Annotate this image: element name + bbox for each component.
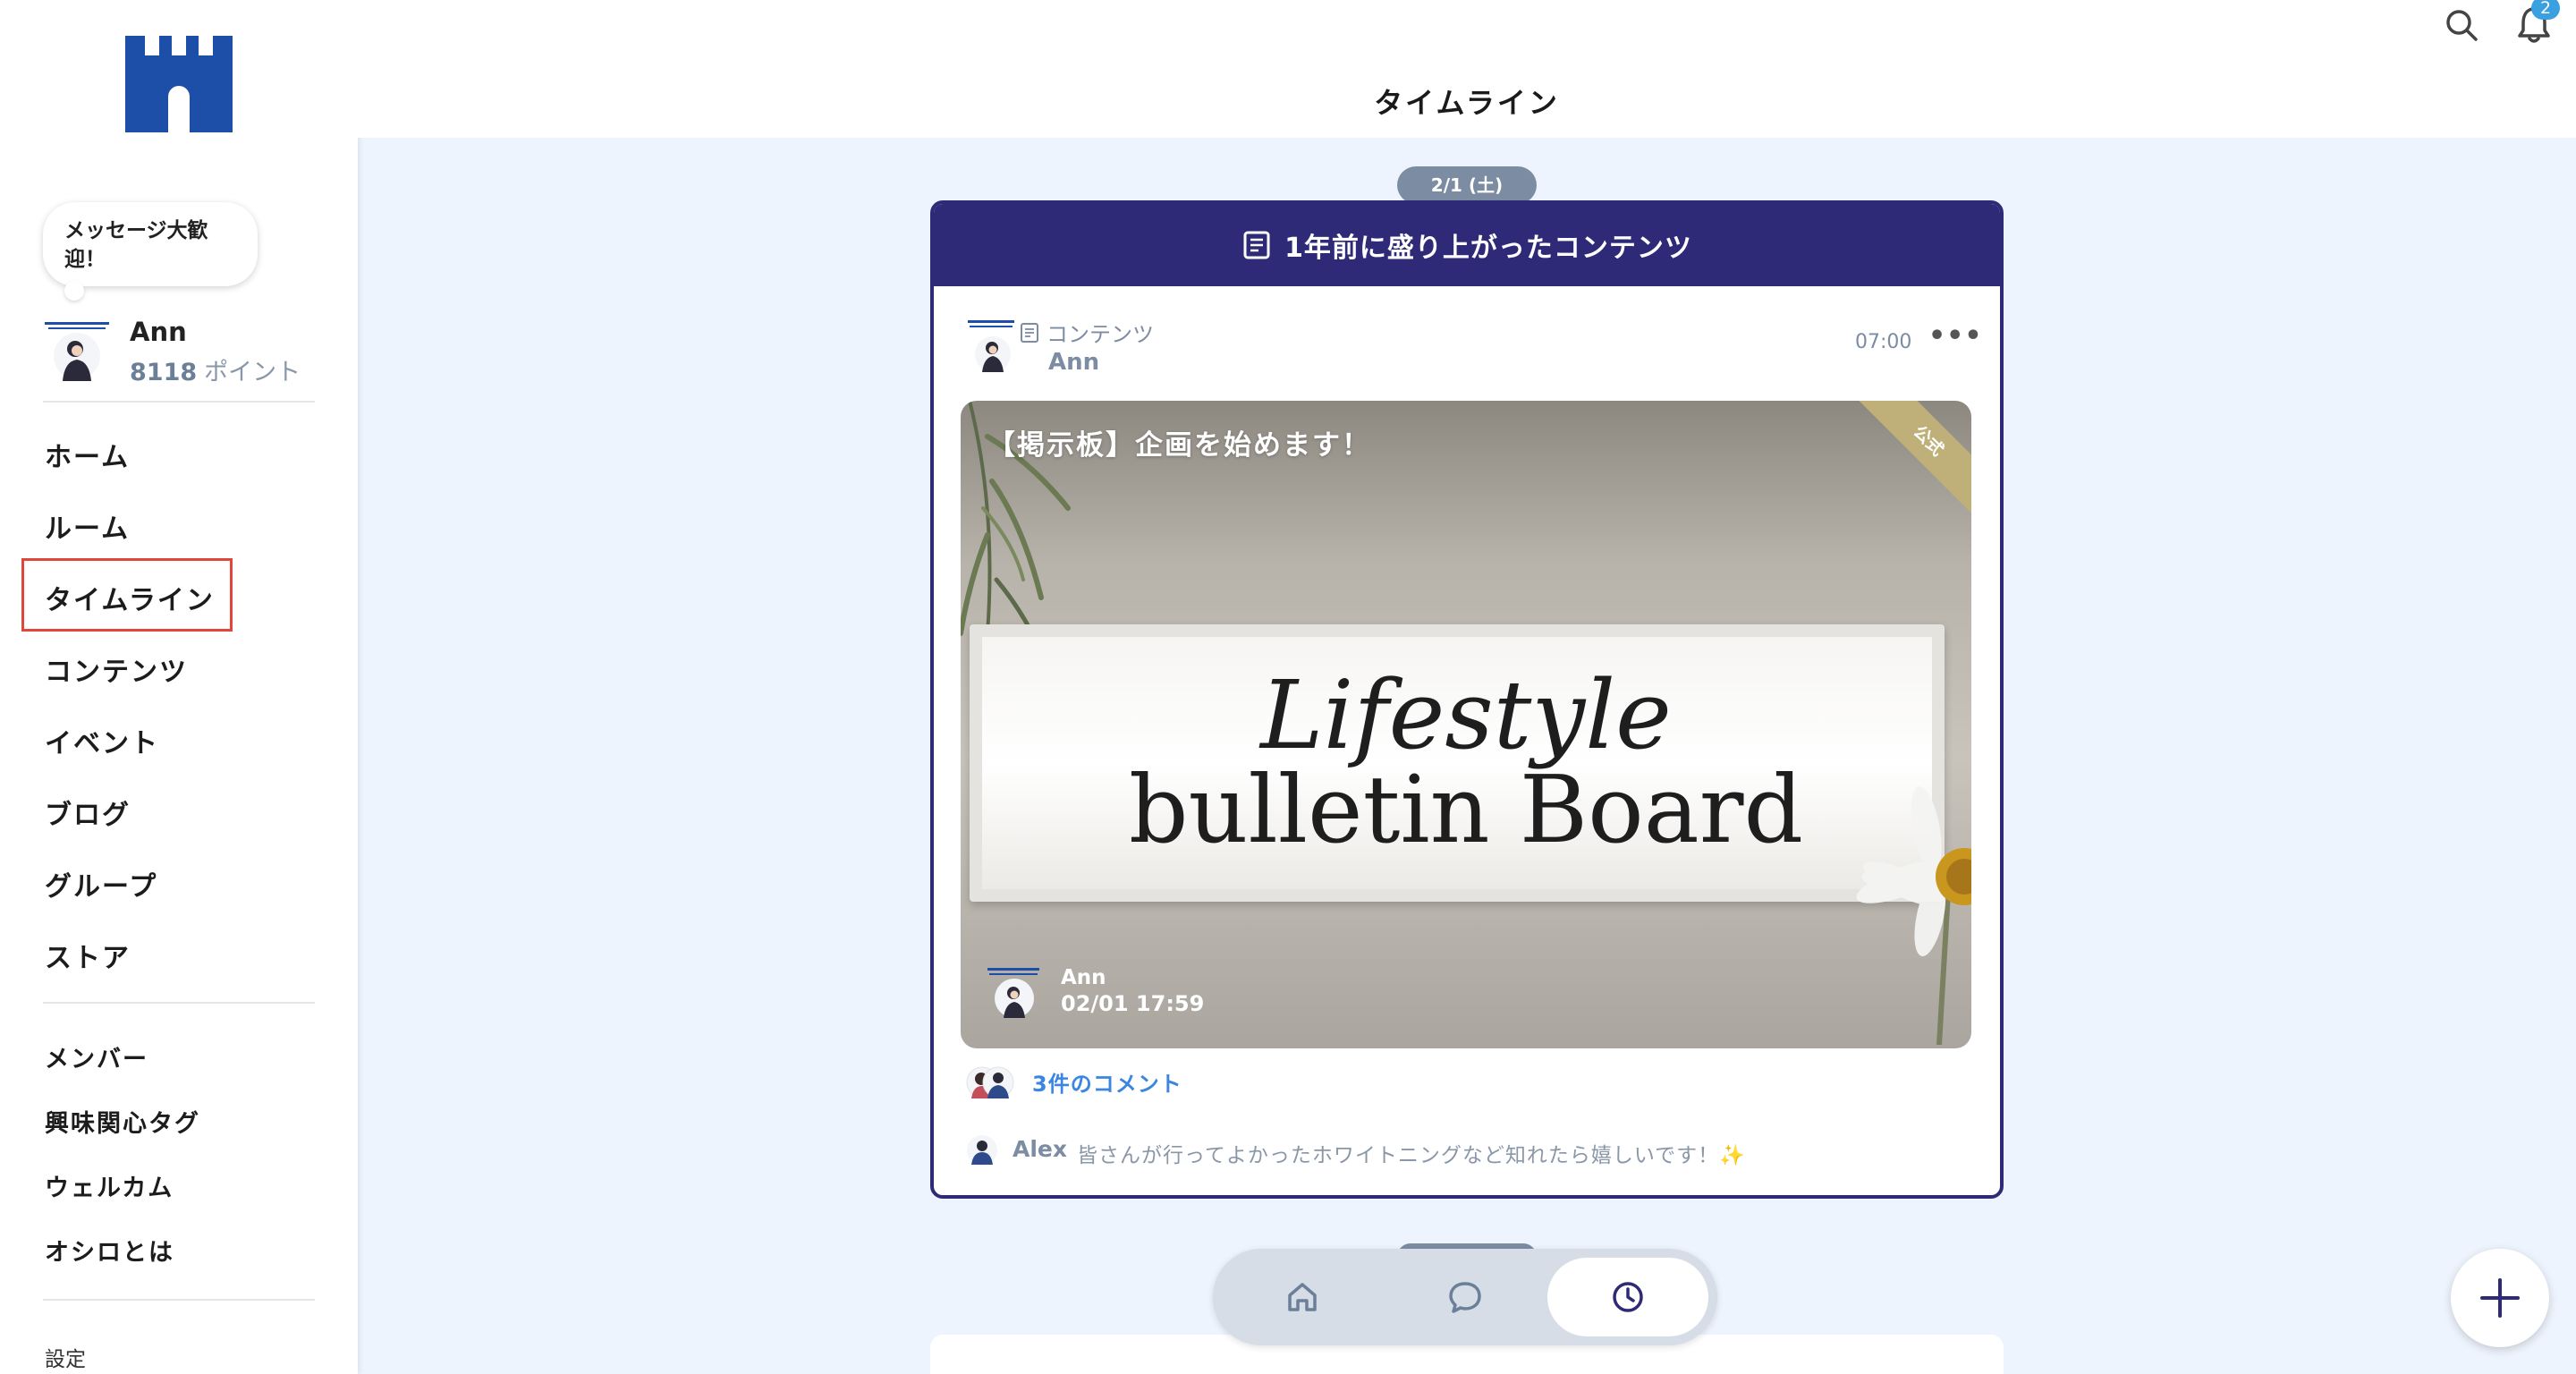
page-title: タイムライン [1374,86,1560,120]
bottom-nav [1213,1249,1717,1345]
comment-text: 皆さんが行ってよかったホワイトニングなど知れたら嬉しいです！✨ [1077,1144,1746,1167]
castle-logo-icon[interactable] [125,36,233,132]
create-post-button[interactable] [2451,1249,2549,1347]
post-author[interactable]: Ann [1048,349,1099,376]
thumbnail-line1: Lifestyle [1260,660,1672,770]
notification-badge: 2 [2531,0,2560,20]
chat-icon [1449,1282,1481,1313]
post-time: 07:00 [1855,331,1912,353]
points-unit: ポイント [204,359,301,386]
nav-interest-tags[interactable]: 興味関心タグ [45,1104,200,1139]
document-icon [1021,322,1038,343]
points-value: 8118 [130,359,198,386]
search-icon[interactable] [2442,5,2481,45]
thumbnail-author: Ann [1061,966,1106,989]
post-type: コンテンツ [1020,317,1154,348]
nav-settings[interactable]: 設定 [45,1342,86,1372]
nav-welcome[interactable]: ウェルカム [45,1168,174,1203]
thumbnail-line2: bulletin Board [1128,755,1804,864]
sidebar: メッセージ大歓迎！ Ann 8118 ポイント ホーム ルーム タイムライン コン… [0,0,358,1374]
nav-contents[interactable]: コンテンツ [45,649,188,689]
top-header: タイムライン [358,0,2576,138]
nav-home[interactable]: ホーム [45,435,130,474]
nav-timeline[interactable]: タイムライン [45,578,215,617]
status-bubble[interactable]: メッセージ大歓迎！ [43,202,258,286]
comment-author[interactable]: Alex [1013,1136,1067,1162]
clock-icon [1613,1282,1643,1312]
nav-store[interactable]: ストア [45,936,131,975]
user-name: Ann [130,317,187,347]
thumbnail-author-avatar [987,968,1039,1018]
nav-events[interactable]: イベント [45,721,159,760]
divider [43,401,315,403]
status-bubble-text: メッセージ大歓迎！ [64,219,208,271]
bottom-nav-home[interactable] [1222,1258,1383,1336]
bottom-nav-chat[interactable] [1385,1258,1546,1336]
user-avatar[interactable] [45,318,109,383]
official-ribbon: 公式 [1843,401,1971,526]
home-icon [1288,1283,1317,1311]
plus-icon [2480,1278,2520,1318]
card-banner: 1年前に盛り上がったコンテンツ [934,204,2000,286]
more-options-icon[interactable]: ••• [1928,323,1982,354]
post-thumbnail[interactable]: 【掲示板】企画を始めます！ Lifestyle bulletin Board 公… [961,401,1971,1048]
user-points: 8118 ポイント [130,352,301,387]
document-icon [1243,231,1270,259]
thumbnail-datetime: 02/01 17:59 [1061,991,1205,1016]
comment-count-link[interactable]: 3件のコメント [1032,1066,1182,1098]
nav-groups[interactable]: グループ [45,864,157,903]
nav-about[interactable]: オシロとは [45,1233,174,1268]
bubble-tail [64,281,84,301]
timeline-card[interactable]: 1年前に盛り上がったコンテンツ コンテンツ Ann 07:00 ••• 【掲示板… [930,200,2004,1199]
nav-rooms[interactable]: ルーム [45,506,130,546]
nav-members[interactable]: メンバー [45,1039,148,1074]
post-author-avatar[interactable] [968,318,1018,376]
date-separator: 2/1 (土) [1397,166,1537,204]
bottom-nav-timeline[interactable] [1547,1258,1708,1336]
daisy-decoration [1856,786,1971,1045]
divider [43,1002,315,1004]
post-type-label: コンテンツ [1046,322,1154,347]
commenter-avatar[interactable] [966,1134,998,1166]
card-banner-text: 1年前に盛り上がったコンテンツ [1284,233,1692,264]
divider [43,1299,315,1301]
thumbnail-title: 【掲示板】企画を始めます！ [987,429,1371,462]
nav-blog[interactable]: ブログ [45,793,131,832]
commenter-avatars [966,1066,1014,1098]
